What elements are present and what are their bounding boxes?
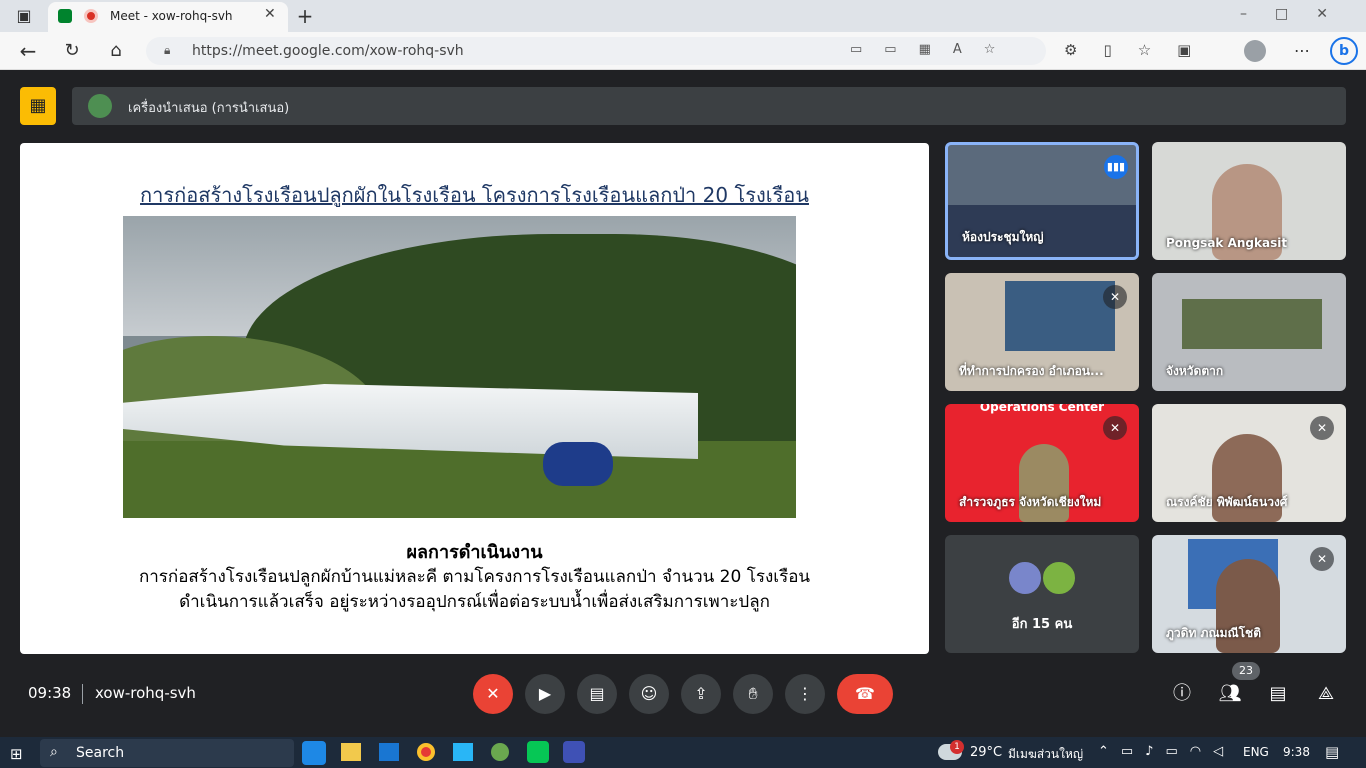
language-indicator[interactable]: ENG [1243, 745, 1269, 759]
participant-tile[interactable]: จังหวัดตาก [1152, 273, 1346, 391]
others-count-label: อีก 15 คน [1011, 617, 1073, 632]
address-bar-icons[interactable]: ▭▭▦A☆ [850, 42, 1017, 57]
greenhouse-photo [123, 216, 796, 518]
edge-taskbar-icon[interactable] [302, 741, 326, 765]
back-icon[interactable]: ← [14, 37, 42, 65]
tab-actions-icon[interactable]: ▣ [10, 2, 38, 30]
browser-tab[interactable]: Meet - xow-rohq-svh ✕ [48, 2, 288, 32]
slide-heading: ผลการดำเนินงาน [406, 542, 543, 563]
chat-icon[interactable]: ▤ [1264, 680, 1292, 708]
speaking-indicator-icon: ▮▮▮ [1104, 155, 1128, 179]
muted-mic-icon: ✕ [1310, 416, 1334, 440]
tile-banner-text: Operations Center [979, 404, 1105, 414]
meet-favicon-icon [58, 9, 72, 23]
window-controls[interactable]: –□✕ [1240, 6, 1356, 22]
taskbar-clock[interactable]: 9:38 [1283, 745, 1310, 759]
presenter-avatar [88, 94, 112, 118]
presentation-slide: การก่อสร้างโรงเรือนปลูกผักในโรงเรือน โคร… [20, 143, 929, 654]
more-options-button[interactable]: ⋮ [785, 674, 825, 714]
participant-tile[interactable]: ✕ ณรงค์ชัย พิพัฒน์ธนวงศ์ [1152, 404, 1346, 522]
windows-start-icon[interactable]: ⊞ [10, 745, 23, 763]
toolbar-icons[interactable]: ⚙▯☆▣ [1064, 41, 1217, 59]
system-tray-icons[interactable]: ⌃▭♪▭◠◁ [1098, 744, 1235, 759]
app-taskbar-icon[interactable] [491, 743, 509, 761]
participant-tile[interactable]: ✕ ภูวดิท ภณมณีโชติ [1152, 535, 1346, 653]
address-bar[interactable]: 🔒︎ https://meet.google.com/xow-rohq-svh … [146, 37, 1046, 65]
participant-name: ภูวดิท ภณมณีโชติ [1166, 626, 1261, 640]
url-text: https://meet.google.com/xow-rohq-svh [192, 43, 464, 59]
microphone-muted-button[interactable]: ✕ [473, 674, 513, 714]
weather-desc: มีเมฆส่วนใหญ่ [1008, 747, 1084, 761]
notifications-icon[interactable]: ▤ [1325, 743, 1339, 761]
recording-icon [84, 9, 98, 23]
slide-text-line2: ดำเนินการแล้วเสร็จ อยู่ระหว่างรออุปกรณ์เ… [179, 592, 770, 612]
explorer-taskbar-icon[interactable] [341, 743, 361, 761]
muted-mic-icon: ✕ [1103, 285, 1127, 309]
home-icon[interactable]: ⌂ [102, 37, 130, 65]
camera-button[interactable]: ▶ [525, 674, 565, 714]
participant-name: ห้องประชุมใหญ่ [962, 230, 1044, 244]
new-tab-icon[interactable]: + [292, 2, 318, 30]
close-tab-icon[interactable]: ✕ [264, 6, 276, 22]
tab-title: Meet - xow-rohq-svh [110, 9, 233, 23]
participant-name: ที่ทำการปกครอง อำเภอน... [959, 364, 1104, 378]
participant-name: ณรงค์ชัย พิพัฒน์ธนวงศ์ [1166, 495, 1288, 509]
motorbike [543, 442, 613, 486]
participant-tile[interactable]: ✕ ที่ทำการปกครอง อำเภอน... [945, 273, 1139, 391]
meeting-code: xow-rohq-svh [95, 684, 196, 702]
raise-hand-button[interactable]: ✋︎ [733, 674, 773, 714]
activities-icon[interactable]: ⟁ [1312, 680, 1340, 708]
slide-title: การก่อสร้างโรงเรือนปลูกผักในโรงเรือน โคร… [140, 183, 809, 207]
search-icon: ⌕ [50, 744, 58, 760]
participant-name: สำรวจภูธร จังหวัดเชียงใหม่ [959, 495, 1102, 509]
bing-icon[interactable]: b [1330, 37, 1358, 65]
avatar [1007, 560, 1043, 596]
weather-badge: 1 [950, 740, 964, 754]
lock-icon: 🔒︎ [164, 43, 171, 57]
emoji-reaction-button[interactable]: ☺ [629, 674, 669, 714]
people-count-badge: 23 [1232, 662, 1260, 680]
taskbar-search-text: Search [76, 745, 125, 761]
participant-tile[interactable]: ▮▮▮ ห้องประชุมใหญ่ [945, 142, 1139, 260]
app2-taskbar-icon[interactable] [563, 741, 585, 763]
more-icon[interactable]: ⋯ [1288, 37, 1316, 65]
end-call-button[interactable]: ☎︎ [837, 674, 893, 714]
chrome-taskbar-icon[interactable] [417, 743, 435, 761]
participant-tile[interactable]: Operations Center ✕ สำรวจภูธร จังหวัดเชี… [945, 404, 1139, 522]
avatar [1041, 560, 1077, 596]
people-icon[interactable]: 👥︎ [1216, 680, 1244, 708]
participant-tile[interactable]: Pongsak Angkasit [1152, 142, 1346, 260]
profile-avatar[interactable] [1244, 40, 1266, 62]
presentation-icon[interactable]: ▦ [20, 87, 56, 125]
refresh-icon[interactable]: ↻ [58, 37, 86, 65]
participant-name: Pongsak Angkasit [1166, 236, 1288, 250]
taskbar-search[interactable]: ⌕ Search [40, 739, 294, 767]
muted-mic-icon: ✕ [1103, 416, 1127, 440]
presenter-label: เครื่องนำเสนอ (การนำเสนอ) [128, 101, 290, 116]
muted-mic-icon: ✕ [1310, 547, 1334, 571]
meeting-info-icon[interactable]: ⓘ [1168, 680, 1196, 708]
present-button[interactable]: ⇪ [681, 674, 721, 714]
weather-temp: 29°C [970, 745, 1003, 760]
mail-taskbar-icon[interactable] [379, 743, 399, 761]
meeting-time: 09:38 [28, 684, 72, 702]
store-taskbar-icon[interactable] [453, 743, 473, 761]
captions-button[interactable]: ▤ [577, 674, 617, 714]
presenter-bar: เครื่องนำเสนอ (การนำเสนอ) [72, 87, 1346, 125]
others-tile[interactable]: อีก 15 คน [945, 535, 1139, 653]
line-taskbar-icon[interactable] [527, 741, 549, 763]
divider [82, 684, 83, 704]
slide-text-line1: การก่อสร้างโรงเรือนปลูกผักบ้านแม่หละคี ต… [138, 567, 811, 587]
participant-name: จังหวัดตาก [1166, 364, 1224, 378]
